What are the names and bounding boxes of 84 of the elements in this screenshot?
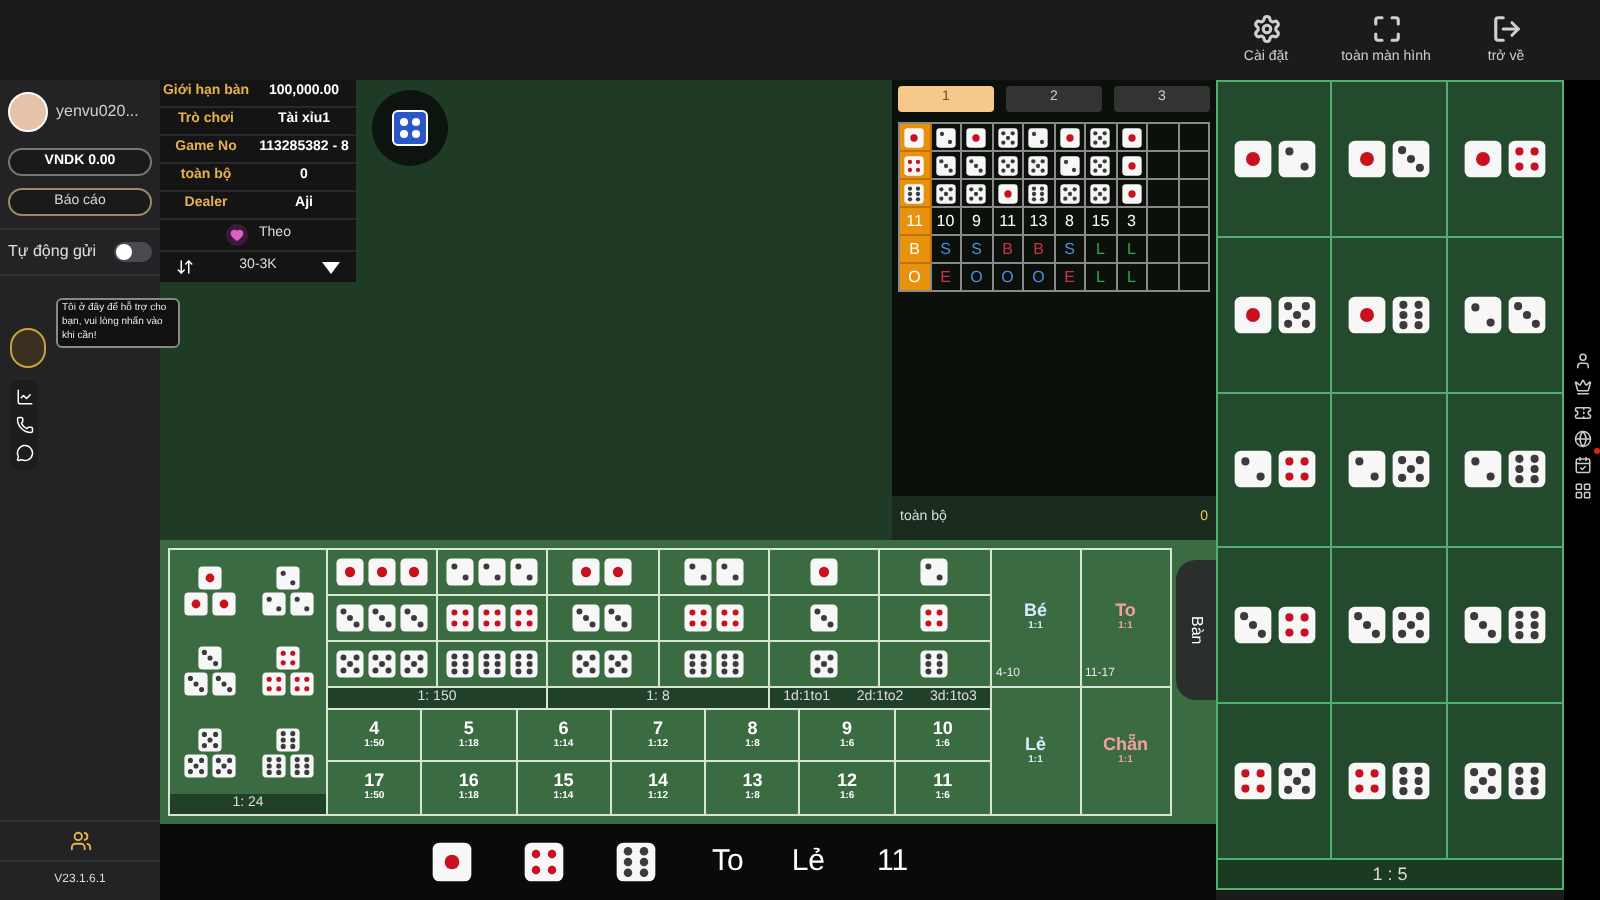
empty-scoreboard-cell bbox=[1179, 152, 1210, 180]
any-triple-bet[interactable] bbox=[183, 565, 235, 616]
legend-sum: 11 bbox=[906, 209, 923, 233]
heart-icon[interactable] bbox=[225, 224, 248, 246]
exit-icon bbox=[1491, 14, 1521, 44]
empty-scoreboard-cell bbox=[1179, 236, 1210, 264]
any-triple-bet[interactable] bbox=[183, 728, 235, 779]
result-size: To bbox=[712, 841, 744, 882]
triple-bet[interactable] bbox=[328, 642, 439, 688]
single-bet[interactable] bbox=[769, 596, 880, 642]
result-size: S bbox=[940, 237, 951, 261]
triple-bet[interactable] bbox=[328, 550, 439, 596]
result-size: S bbox=[1064, 237, 1075, 261]
result-size: L bbox=[1096, 237, 1105, 261]
fullscreen-icon bbox=[1371, 14, 1401, 44]
dice-logo-icon bbox=[372, 90, 448, 166]
auto-send-label: Tự động gửi bbox=[8, 240, 97, 264]
chat-icon[interactable] bbox=[15, 444, 33, 462]
result-parity: E bbox=[1064, 265, 1075, 289]
empty-scoreboard-cell bbox=[1179, 264, 1210, 292]
result-parity: O bbox=[970, 265, 983, 289]
empty-scoreboard-cell bbox=[1179, 180, 1210, 208]
result-sum: 15 bbox=[1091, 209, 1110, 233]
auto-send-toggle[interactable] bbox=[114, 242, 152, 262]
caret-icon[interactable] bbox=[322, 261, 340, 273]
any-triple-bet[interactable] bbox=[261, 728, 313, 779]
any-triple-bet[interactable] bbox=[261, 646, 313, 697]
result-parity: O bbox=[1032, 265, 1045, 289]
calendar-icon[interactable] bbox=[1573, 456, 1591, 474]
pair-bet[interactable] bbox=[1332, 704, 1448, 860]
result-size: B bbox=[1002, 237, 1013, 261]
result-size: B bbox=[1033, 237, 1044, 261]
ticket-icon[interactable] bbox=[1573, 404, 1591, 422]
user-icon[interactable] bbox=[1573, 352, 1591, 370]
double-bet[interactable] bbox=[659, 550, 770, 596]
legend-parity: O bbox=[908, 265, 921, 289]
double-bet[interactable] bbox=[548, 550, 659, 596]
username: yenvu020... bbox=[56, 99, 139, 123]
result-size: L bbox=[1127, 237, 1136, 261]
single-bet[interactable] bbox=[769, 550, 880, 596]
settings-icon bbox=[1251, 14, 1281, 44]
sort-icon[interactable] bbox=[176, 258, 194, 276]
pair-bet[interactable] bbox=[1218, 548, 1333, 705]
result-parity: Lẻ bbox=[791, 841, 826, 882]
triple-bet[interactable] bbox=[328, 596, 439, 642]
crown-icon[interactable] bbox=[1573, 378, 1591, 396]
result-parity: L bbox=[1127, 265, 1136, 289]
result-sum: 3 bbox=[1127, 209, 1136, 233]
pair-bet[interactable] bbox=[1218, 704, 1333, 860]
legend-size: B bbox=[909, 237, 920, 261]
result-parity: L bbox=[1096, 265, 1105, 289]
pair-bet[interactable] bbox=[1218, 393, 1333, 549]
pair-bet[interactable] bbox=[1332, 548, 1448, 705]
chart-icon[interactable] bbox=[15, 388, 33, 406]
result-sum: 11 bbox=[877, 841, 909, 882]
support-agent-avatar[interactable] bbox=[10, 328, 46, 368]
result-sum: 13 bbox=[1029, 209, 1048, 233]
any-triple-bet[interactable] bbox=[261, 565, 313, 616]
result-size: S bbox=[971, 237, 982, 261]
triple-bet[interactable] bbox=[438, 642, 549, 688]
pair-bet[interactable] bbox=[1332, 393, 1448, 549]
result-parity: O bbox=[1001, 265, 1014, 289]
pair-bet[interactable] bbox=[1332, 82, 1448, 238]
globe-icon[interactable] bbox=[1573, 430, 1591, 448]
triple-bet[interactable] bbox=[438, 550, 549, 596]
avatar bbox=[8, 91, 48, 131]
result-sum: 10 bbox=[936, 209, 955, 233]
result-sum: 8 bbox=[1065, 209, 1074, 233]
pair-bet[interactable] bbox=[1332, 237, 1448, 394]
payout-label: 1 : 5 bbox=[1218, 860, 1562, 888]
result-sum: 9 bbox=[972, 209, 981, 233]
pair-bet[interactable] bbox=[1218, 237, 1333, 394]
phone-icon[interactable] bbox=[15, 416, 33, 434]
double-bet[interactable] bbox=[659, 596, 770, 642]
side-tab[interactable]: Bàn bbox=[1176, 560, 1216, 700]
grid-icon[interactable] bbox=[1573, 482, 1591, 500]
triple-bet[interactable] bbox=[438, 596, 549, 642]
pair-bet[interactable] bbox=[1218, 82, 1333, 238]
double-bet[interactable] bbox=[548, 596, 659, 642]
any-triple-bet[interactable] bbox=[183, 646, 235, 697]
result-parity: E bbox=[940, 265, 951, 289]
group-icon[interactable] bbox=[69, 830, 91, 852]
empty-scoreboard-cell bbox=[1179, 208, 1210, 236]
result-sum: 11 bbox=[999, 209, 1016, 233]
